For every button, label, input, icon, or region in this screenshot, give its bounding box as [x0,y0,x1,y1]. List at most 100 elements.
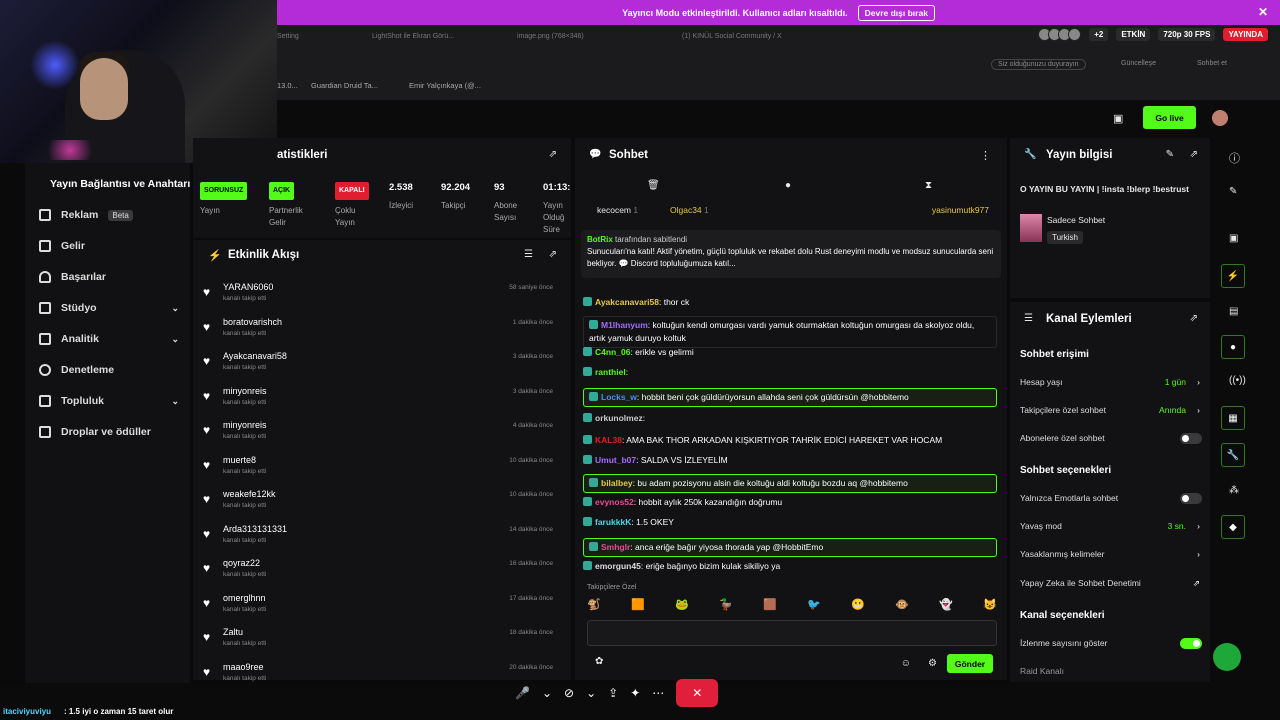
emote-only-toggle[interactable] [1180,493,1202,504]
gear-icon[interactable]: ⚙ [928,658,937,669]
tag-icon[interactable]: ◆ [1221,515,1245,539]
emoji-icon[interactable]: ☺ [901,658,911,669]
ai-moderation-row[interactable]: Yapay Zeka ile Sohbet Denetimi ⇗ [1020,578,1200,588]
broadcast-icon[interactable]: ((•)) [1229,375,1246,386]
section-chat-access: Sohbet erişimi [1020,349,1089,360]
chat-username[interactable]: farukkkK [595,517,631,527]
camera-icon[interactable]: ▣ [1229,233,1238,244]
sidebar-item-analytics[interactable]: Analitik ⌄ [39,333,179,345]
ticker-text: : 1.5 iyi o zaman 15 taret olur [64,707,174,716]
chat-icon[interactable]: ● [1221,335,1245,359]
more-icon[interactable]: ⋯ [652,686,664,700]
account-age-row[interactable]: Hesap yaşı 1 gün › [1020,377,1200,387]
sliders-icon: ☰ [1024,313,1033,324]
chat-username[interactable]: M1lhanyum [601,320,648,330]
chat-username[interactable]: ranthiel [595,367,626,377]
go-live-button[interactable]: Go live [1143,106,1196,129]
avatar[interactable] [1212,110,1228,126]
camera-icon[interactable]: ▣ [1113,112,1123,125]
show-viewers-toggle[interactable] [1180,638,1202,649]
disable-button[interactable]: Devre dışı bırak [857,4,935,21]
chat-username[interactable]: orkunolmez [595,413,643,423]
slow-mode-row[interactable]: Yavaş mod 3 sn. › [1020,521,1200,531]
update-label[interactable]: Güncelleşe [1121,60,1156,67]
tab-item[interactable]: image.png (768×346) [517,33,584,40]
gift-icon[interactable]: ✿ [595,656,603,667]
mic-icon[interactable]: 🎤 [515,686,530,700]
sidebar-item-studio[interactable]: Stüdyo ⌄ [39,302,179,314]
popout-icon[interactable]: ⇗ [549,149,557,160]
emote-bar[interactable]: 🐒 🟧 🐸 🦆 🟫 🐦 😬 🐵 👻 😺 [587,598,997,614]
sidebar-item-drops[interactable]: Droplar ve ödüller [39,426,179,438]
subs-only-row[interactable]: Abonelere özel sohbet [1020,433,1200,443]
chat-username[interactable]: KAL38 [595,435,622,445]
subs-only-toggle[interactable] [1180,433,1202,444]
filter-icon[interactable]: ☰ [524,249,533,260]
chat-label[interactable]: Sohbet et [1197,60,1227,67]
bookmark-item[interactable]: 13.0... [277,81,298,90]
fab-button[interactable] [1213,643,1241,671]
send-button[interactable]: Gönder [947,654,993,673]
chat-username[interactable]: emorgun45 [595,561,641,571]
popout-icon[interactable]: ⇗ [1190,149,1198,160]
chat-username[interactable]: Smhglr [601,542,630,552]
hourglass-icon[interactable]: ⧗ [925,180,932,191]
sidebar-item-moderation[interactable]: Denetleme [39,364,179,376]
banned-words-row[interactable]: Yasaklanmış kelimeler › [1020,549,1200,559]
more-icon[interactable]: ⋮ [980,149,991,162]
bookmark-item[interactable]: Guardian Druid Ta... [311,81,378,90]
sidebar-item-achievements[interactable]: Başarılar [39,271,179,283]
edit-icon[interactable]: ✎ [1166,149,1174,160]
bolt-icon[interactable]: ⚡ [1221,264,1245,288]
nodes-icon[interactable]: ⁂ [1229,485,1239,496]
chat-username[interactable]: Ayakcanavari58 [595,297,659,307]
chat-bubble-icon[interactable]: ● [785,180,791,191]
sidebar-item-ads[interactable]: Reklam Beta [39,209,179,221]
chat-input[interactable] [587,620,997,646]
sidebar-header[interactable]: Yayın Bağlantısı ve Anahtarı [50,178,190,190]
popout-icon[interactable]: ⇗ [549,249,557,260]
section-chat-options: Sohbet seçenekleri [1020,465,1112,476]
followers-only-row[interactable]: Takipçilere özel sohbet Anında › [1020,405,1200,415]
tab-item[interactable]: LightShot ile Ekran Görü... [372,33,454,40]
follower-name: Zaltu [223,627,244,637]
chat-username[interactable]: Locks_w [601,392,637,402]
sidebar-item-community[interactable]: Topluluk ⌄ [39,395,179,407]
pencil-icon[interactable]: ✎ [1229,186,1237,197]
sidebar-item-revenue[interactable]: Gelir [39,240,179,252]
trash-icon[interactable]: 🗑 [647,180,660,191]
raid-row[interactable]: Raid Kanalı [1020,666,1200,676]
chevron-down-icon: ⌄ [171,333,179,344]
chat-username[interactable]: bilalbey [601,478,633,488]
chat-username[interactable]: Umut_b07 [595,455,636,465]
stat-stream: SORUNSUZ Yayın [200,182,248,217]
emote-only-row[interactable]: Yalnızca Emotlarla sohbet [1020,493,1200,503]
chat-username[interactable]: evynos52 [595,497,634,507]
follower-name: minyonreis [223,420,267,430]
popout-icon[interactable]: ⇗ [1190,313,1198,324]
show-viewers-row[interactable]: İzlenme sayısını göster [1020,638,1200,648]
document-icon[interactable]: ▤ [1229,306,1238,317]
search-hint[interactable]: Siz olduğunuzu duyurayın [991,59,1086,70]
close-icon[interactable]: ✕ [1258,5,1268,19]
camera-off-icon[interactable]: ⊘ [564,686,574,700]
chat-message: Smhglr: anca eriğe bağır yiyosa thorada … [583,538,997,557]
follow-label: kanalı takip etti [223,502,267,509]
bookmark-item[interactable]: Emir Yalçınkaya (@... [409,81,481,90]
follow-label: kanalı takip etti [223,640,267,647]
info-icon[interactable]: ⓘ [1229,150,1240,166]
tab-item[interactable]: (1) KINÜL Social Community / X [682,33,782,40]
reactions-icon[interactable]: ✦ [630,686,640,700]
tab-item[interactable]: Setting [277,33,299,40]
address-bar[interactable]: Siz olduğunuzu duyurayın Güncelleşe Sohb… [277,57,1280,71]
wrench-icon[interactable]: 🔧 [1221,443,1245,467]
share-screen-icon[interactable]: ⇪ [608,686,618,700]
end-call-button[interactable]: ✕ [676,679,719,707]
layout-icon[interactable]: ▦ [1221,406,1245,430]
chat-username[interactable]: C4nn_06 [595,347,630,357]
chevron-down-icon[interactable]: ⌄ [586,686,596,700]
heart-icon: ♥ [203,457,211,472]
sidebar: Yayın Bağlantısı ve Anahtarı Reklam Beta … [25,163,190,683]
chevron-down-icon[interactable]: ⌄ [542,686,552,700]
chat-icon: 💬 [589,149,602,160]
